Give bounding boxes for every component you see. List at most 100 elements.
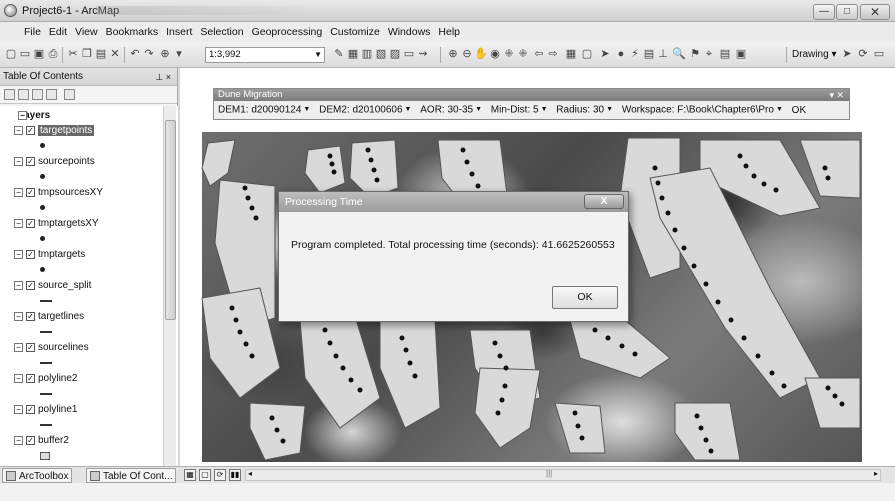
time-slider-icon[interactable]: ▤ xyxy=(718,47,732,61)
measure-icon[interactable]: ⊥ xyxy=(656,47,670,61)
add-data-icon[interactable]: ⊕ xyxy=(158,47,172,61)
layer-row-buffer2[interactable]: − ✓ buffer2 xyxy=(14,435,69,446)
save-icon[interactable]: ▣ xyxy=(32,47,46,61)
full-extent-icon[interactable]: ◉ xyxy=(488,47,502,61)
go-to-xy-icon[interactable]: ⌖ xyxy=(702,47,716,61)
layer-row-tmptargets[interactable]: − ✓ tmptargets xyxy=(14,249,85,260)
fixed-zoom-in-icon[interactable]: ⁜ xyxy=(502,47,516,61)
zoom-out-icon[interactable]: ⊖ xyxy=(460,47,474,61)
layer-visibility-checkbox[interactable]: ✓ xyxy=(26,188,35,197)
identify-icon[interactable]: ● xyxy=(614,47,628,61)
copy-icon[interactable]: ❐ xyxy=(80,47,94,61)
scroll-left-icon[interactable]: ◂ xyxy=(248,469,252,478)
chevron-down-icon[interactable]: ▼ xyxy=(606,106,613,113)
menu-bookmarks[interactable]: Bookmarks xyxy=(102,22,163,42)
workspace-combo[interactable]: Workspace: F:\Book\Chapter6\Pro ▼ xyxy=(622,101,783,120)
layer-row-tmpsourcesxy[interactable]: − ✓ tmpsourcesXY xyxy=(14,187,103,198)
collapse-icon[interactable]: − xyxy=(14,219,23,228)
chevron-down-icon[interactable]: ▼ xyxy=(314,48,322,62)
menu-edit[interactable]: Edit xyxy=(45,22,71,42)
tab-arctoolbox[interactable]: ArcToolbox xyxy=(2,468,73,483)
layers-root[interactable]: − Layers xyxy=(4,110,50,121)
catalog-window-icon[interactable]: ▥ xyxy=(360,47,374,61)
close-window-button[interactable]: ✕ xyxy=(860,4,890,20)
chevron-down-icon[interactable]: ▼ xyxy=(776,106,783,113)
layer-row-targetlines[interactable]: − ✓ targetlines xyxy=(14,311,84,322)
dune-migration-title-bar[interactable]: Dune Migration ▾ ✕ xyxy=(214,89,849,101)
hyperlink-icon[interactable]: ⚡ xyxy=(628,47,642,61)
undo-icon[interactable]: ↶ xyxy=(128,47,142,61)
paste-icon[interactable]: ▤ xyxy=(94,47,108,61)
menu-geoprocessing[interactable]: Geoprocessing xyxy=(248,22,327,42)
collapse-icon[interactable]: − xyxy=(14,281,23,290)
html-popup-icon[interactable]: ▤ xyxy=(642,47,656,61)
collapse-icon[interactable]: − xyxy=(18,110,27,120)
layer-row-polyline2[interactable]: − ✓ polyline2 xyxy=(14,373,77,384)
scrollbar-grip-icon[interactable]: ||| xyxy=(546,469,552,478)
dune-ok-button[interactable]: OK xyxy=(792,102,806,120)
list-by-drawing-order-icon[interactable] xyxy=(4,89,15,100)
menu-help[interactable]: Help xyxy=(434,22,464,42)
scroll-right-icon[interactable]: ▸ xyxy=(874,469,878,478)
rotate-icon[interactable]: ⟳ xyxy=(856,47,870,61)
chevron-down-icon[interactable]: ▼ xyxy=(541,106,548,113)
layer-row-sourcelines[interactable]: − ✓ sourcelines xyxy=(14,342,89,353)
pan-icon[interactable]: ✋ xyxy=(474,47,488,61)
collapse-icon[interactable]: − xyxy=(14,126,23,135)
python-window-icon[interactable]: ▭ xyxy=(402,47,416,61)
fixed-zoom-out-icon[interactable]: ⁜ xyxy=(516,47,530,61)
layer-visibility-checkbox[interactable]: ✓ xyxy=(26,405,35,414)
menu-windows[interactable]: Windows xyxy=(384,22,435,42)
map-horizontal-scrollbar[interactable]: ◂ ||| ▸ xyxy=(245,469,881,481)
data-view-button[interactable]: ▦ xyxy=(184,469,196,481)
toc-options-icon[interactable] xyxy=(64,89,75,100)
arctoolbox-icon[interactable]: ▨ xyxy=(388,47,402,61)
tab-table-of-contents[interactable]: Table Of Cont... xyxy=(86,468,177,483)
menu-selection[interactable]: Selection xyxy=(196,22,247,42)
layer-row-targetpoints[interactable]: − ✓ targetpoints xyxy=(14,125,95,136)
menu-insert[interactable]: Insert xyxy=(162,22,196,42)
list-by-source-icon[interactable] xyxy=(18,89,29,100)
search-window-icon[interactable]: ▧ xyxy=(374,47,388,61)
dialog-ok-button[interactable]: OK xyxy=(552,286,618,309)
minimize-button[interactable]: — xyxy=(813,4,835,20)
zoom-in-icon[interactable]: ⊕ xyxy=(446,47,460,61)
layer-visibility-checkbox[interactable]: ✓ xyxy=(26,219,35,228)
collapse-icon[interactable]: − xyxy=(14,436,23,445)
collapse-icon[interactable]: − xyxy=(14,405,23,414)
chevron-down-icon[interactable]: ▼ xyxy=(405,106,412,113)
min-dist-combo[interactable]: Min-Dist: 5 ▼ xyxy=(491,101,548,120)
forward-extent-icon[interactable]: ⇨ xyxy=(546,47,560,61)
create-viewer-window-icon[interactable]: ▣ xyxy=(734,47,748,61)
select-features-icon[interactable]: ▦ xyxy=(564,47,578,61)
layer-visibility-checkbox[interactable]: ✓ xyxy=(26,436,35,445)
layout-view-button[interactable]: ▢ xyxy=(199,469,211,481)
chevron-down-icon[interactable]: ▼ xyxy=(475,106,482,113)
print-icon[interactable]: ⎙ xyxy=(46,47,60,61)
redo-icon[interactable]: ↷ xyxy=(142,47,156,61)
collapse-icon[interactable]: − xyxy=(14,157,23,166)
layer-visibility-checkbox[interactable]: ✓ xyxy=(26,374,35,383)
add-data-dropdown-icon[interactable]: ▾ xyxy=(172,47,186,61)
layer-visibility-checkbox[interactable]: ✓ xyxy=(26,157,35,166)
layer-row-sourcepoints[interactable]: − ✓ sourcepoints xyxy=(14,156,95,167)
back-extent-icon[interactable]: ⇦ xyxy=(532,47,546,61)
pause-drawing-button[interactable]: ▮▮ xyxy=(229,469,241,481)
layer-visibility-checkbox[interactable]: ✓ xyxy=(26,281,35,290)
list-by-selection-icon[interactable] xyxy=(46,89,57,100)
new-document-icon[interactable]: ▢ xyxy=(4,47,18,61)
collapse-icon[interactable]: − xyxy=(14,250,23,259)
menu-view[interactable]: View xyxy=(71,22,102,42)
collapse-icon[interactable]: − xyxy=(14,312,23,321)
layer-visibility-checkbox[interactable]: ✓ xyxy=(26,250,35,259)
pin-icon[interactable]: ⊥ × xyxy=(155,68,171,86)
cut-icon[interactable]: ✂ xyxy=(66,47,80,61)
layer-row-source-split[interactable]: − ✓ source_split xyxy=(14,280,91,291)
layer-visibility-checkbox[interactable]: ✓ xyxy=(26,343,35,352)
dem2-combo[interactable]: DEM2: d20100606 ▼ xyxy=(319,101,411,120)
refresh-button[interactable]: ⟳ xyxy=(214,469,226,481)
rectangle-draw-icon[interactable]: ▭ xyxy=(872,47,886,61)
model-builder-icon[interactable]: ⇝ xyxy=(416,47,430,61)
menu-customize[interactable]: Customize xyxy=(326,22,384,42)
select-elements-icon[interactable]: ➤ xyxy=(598,47,612,61)
